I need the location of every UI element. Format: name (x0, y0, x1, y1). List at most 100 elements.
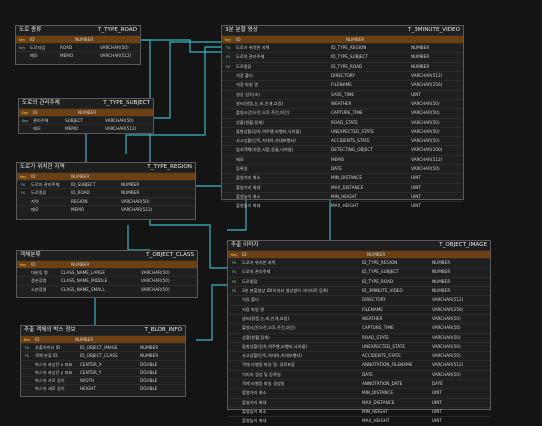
row-column: ID_TYPE_REGION (331, 45, 367, 51)
row-label: 탐지객체(차량,사람,동물,낙하물) (236, 147, 294, 153)
table-row: Key 관리주체 SUBJECT VARCHAR(50) (19, 116, 153, 124)
row-label: 등록일 (236, 166, 248, 172)
table-row: FK 도로종류 ID_TYPE_ROAD NUMBER (228, 276, 490, 286)
row-label: 촬영높이 최대 (242, 418, 267, 424)
fk-icon: FK (225, 46, 231, 51)
table-row: 날씨(맑음,눈,비,안개,흐림) WEATHER VARCHAR(50) (222, 98, 463, 108)
table-3minute-video[interactable]: 3분 분할 영상 T_3MINUTE_VIDEO Key ID NUMBER FK… (221, 25, 464, 208)
row-column: MAX_DISTANCE (362, 399, 395, 405)
row-type: UINT (411, 175, 421, 181)
table-row: 촬영시간(오전,오후,주간,야간) CAPTURE_TIME VARCHAR(50) (228, 323, 490, 332)
table-row: 메모 MEMO VARCHAR(512) (17, 204, 195, 213)
row-type: UINT (432, 408, 442, 414)
table-row: 돌발상황(정차,역주행,보행자,낙하물) UNEXPECTED_STATE VARC… (228, 341, 490, 351)
table-object-class[interactable]: 객체분류 T_OBJECT_CLASS Key ID NUMBER 대분류 명 C… (16, 250, 198, 298)
rel-blob-image (196, 284, 227, 341)
table-title: 도로가 위치한 지역 T_TYPE_REGION (20, 164, 192, 170)
row-type: NUMBER (432, 269, 451, 275)
row-label: 상황(원활,정체) (242, 334, 270, 340)
table-row: 저장 폴더 DIRECTORY VARCHAR(512) (228, 295, 490, 304)
row-label: 저장 파일 명 (236, 82, 258, 88)
row-type: VARCHAR(50) (411, 100, 440, 106)
row-label: 촬영시간(오전,오후,주간,야간) (242, 325, 296, 331)
row-column: ACCIDENTS_STATE (331, 138, 370, 144)
table-row: FK 추출이미지 ID ID_OBJECT_IMAGE NUMBER (21, 343, 185, 351)
table-row: 메모 MEMO VARCHAR(512) (16, 51, 140, 59)
table-row: 날씨(맑음,눈,비,안개,흐림) WEATHER VARCHAR(50) (228, 313, 490, 323)
table-type-subject[interactable]: 도로의 관리주체 T_TYPE_SUBJECT Key ID NUMBER Key… (18, 98, 154, 134)
row-type: VARCHAR(50) (432, 315, 461, 321)
row-label: 도로가 위치한 지역 (236, 45, 270, 51)
row-label: 객체 라벨링 파일 명, 경로포함 (242, 362, 295, 368)
row-type: VARCHAR(256) (432, 306, 464, 312)
row-label: 객체 라벨링 파일 생성일 (242, 381, 285, 387)
row-column: MAX_HEIGHT (362, 418, 390, 424)
row-column: DATE (331, 166, 342, 172)
row-label: 돌발상황(정차,역주행,보행자,낙하물) (236, 128, 302, 134)
table-row: FK 도로의 관리주체 ID_SUBJECT NUMBER (17, 180, 195, 188)
row-type: VARCHAR(50) (411, 119, 440, 125)
table-type-road[interactable]: 도로 종류 T_TYPE_ROAD Key ID NUMBER Key 도로타입 … (15, 25, 141, 65)
table-row: FK 도로의 관리주체 ID_TYPE_SUBJECT NUMBER (228, 267, 490, 276)
row-type: NUMBER (432, 260, 451, 266)
table-type-region[interactable]: 도로가 위치한 지역 T_TYPE_REGION Key ID NUMBER FK… (16, 162, 196, 220)
table-row: 상황(원활,정체) ROAD_STATE VARCHAR(50) (222, 117, 463, 127)
row-type: UINT (432, 399, 442, 405)
row-column: DIRECTORY (362, 297, 386, 303)
row-column: DIRECTORY (331, 73, 355, 79)
row-label: 도로의 관리주체 (236, 54, 265, 60)
fk-icon: FK (225, 64, 231, 69)
row-label: 이미지 생성 및 등록일 (242, 371, 281, 377)
table-row: 촬영거리 최대 MAX_DISTANCE UINT (228, 397, 490, 407)
table-object-image[interactable]: 추출 이미지 T_OBJECT_IMAGE Key ID NUMBER FK 도로가… (227, 240, 491, 423)
table-row: 박스의 좌상단 y 좌표 CENTER_Y DOUBLE (21, 367, 185, 376)
table-row: 촬영거리 최소 MIN_DISTANCE UINT (222, 173, 463, 182)
row-column: ID_TYPE_ROAD (362, 278, 394, 284)
row-label: 영상 길이(초) (236, 91, 260, 97)
table-title: 도로 종류 T_TYPE_ROAD (19, 27, 137, 33)
table-row: 돌발상황(정차,역주행,보행자,낙하물) UNEXPECTED_STATE VARC… (222, 126, 463, 136)
row-label: 촬영높이 최소 (236, 193, 261, 199)
table-title: 3분 분할 영상 T_3MINUTE_VIDEO (225, 27, 460, 33)
row-label: 메모 (236, 156, 244, 162)
row-column: CAPTURE_TIME (362, 325, 394, 331)
fk-icon: FK (231, 270, 237, 275)
rel-region-class (127, 225, 150, 251)
row-label: 날씨(맑음,눈,비,안개,흐림) (242, 315, 290, 321)
row-label: 촬영거리 최대 (242, 399, 267, 405)
table-row: 박스의 가로 길이 WIDTH DOUBLE (21, 375, 185, 384)
row-column: MAX_HEIGHT (331, 203, 359, 209)
table-row: 객체 라벨링 파일 생성일 ANNOTATION_DATE DATE (228, 379, 490, 388)
fk-icon: FK (225, 55, 231, 60)
table-row: 사고상황(단독,차대차,차대보행자) ACCIDENTS_STATE VARCHAR… (228, 351, 490, 360)
row-label: 사고상황(단독,차대차,차대보행자) (242, 353, 302, 359)
row-label: 촬영거리 최소 (236, 175, 261, 181)
row-column: ID_TYPE_SUBJECT (362, 269, 399, 275)
row-type: UINT (432, 418, 442, 424)
table-header-row: Key ID NUMBER (21, 335, 185, 344)
row-type: VARCHAR(100) (411, 147, 443, 153)
row-type: UINT (411, 193, 421, 199)
row-column: ID_TYPE_REGION (362, 260, 398, 266)
row-label: 촬영시간(오전,오후,주간,야간) (236, 110, 290, 116)
table-blob-info[interactable]: 추출 객체의 박스 정보 T_BLOB_INFO Key ID NUMBER FK… (20, 325, 186, 397)
row-label: 촬영높이 최소 (242, 408, 267, 414)
row-column: UNEXPECTED_STATE (362, 343, 405, 349)
table-row: 객체 라벨링 파일 명, 경로포함 ANNOTATION_FILENAME VARC… (228, 360, 490, 369)
table-row: 촬영높이 최소 MIN_HEIGHT UINT (228, 406, 490, 416)
row-column: SAVE_TIME (331, 91, 354, 97)
row-type: NUMBER (411, 63, 430, 69)
row-type: VARCHAR(512) (411, 73, 443, 79)
table-title: 추출 객체의 박스 정보 T_BLOB_INFO (24, 327, 182, 333)
fk-icon: FK (231, 279, 237, 284)
row-type: VARCHAR(50) (432, 343, 461, 349)
row-type: VARCHAR(50) (432, 334, 461, 340)
row-column: ANNOTATION_FILENAME (362, 362, 413, 368)
table-header-row: Key ID NUMBER (228, 250, 490, 259)
row-column: UNEXPECTED_STATE (331, 128, 374, 134)
row-column: MIN_HEIGHT (331, 193, 358, 199)
table-row: FK 도로의 관리주체 ID_TYPE_SUBJECT NUMBER (222, 52, 463, 61)
table-row: 촬영높이 최대 MAX_HEIGHT UINT (222, 201, 463, 210)
table-header-row: Key ID NUMBER (16, 35, 140, 44)
row-type: VARCHAR(50) (432, 353, 461, 359)
